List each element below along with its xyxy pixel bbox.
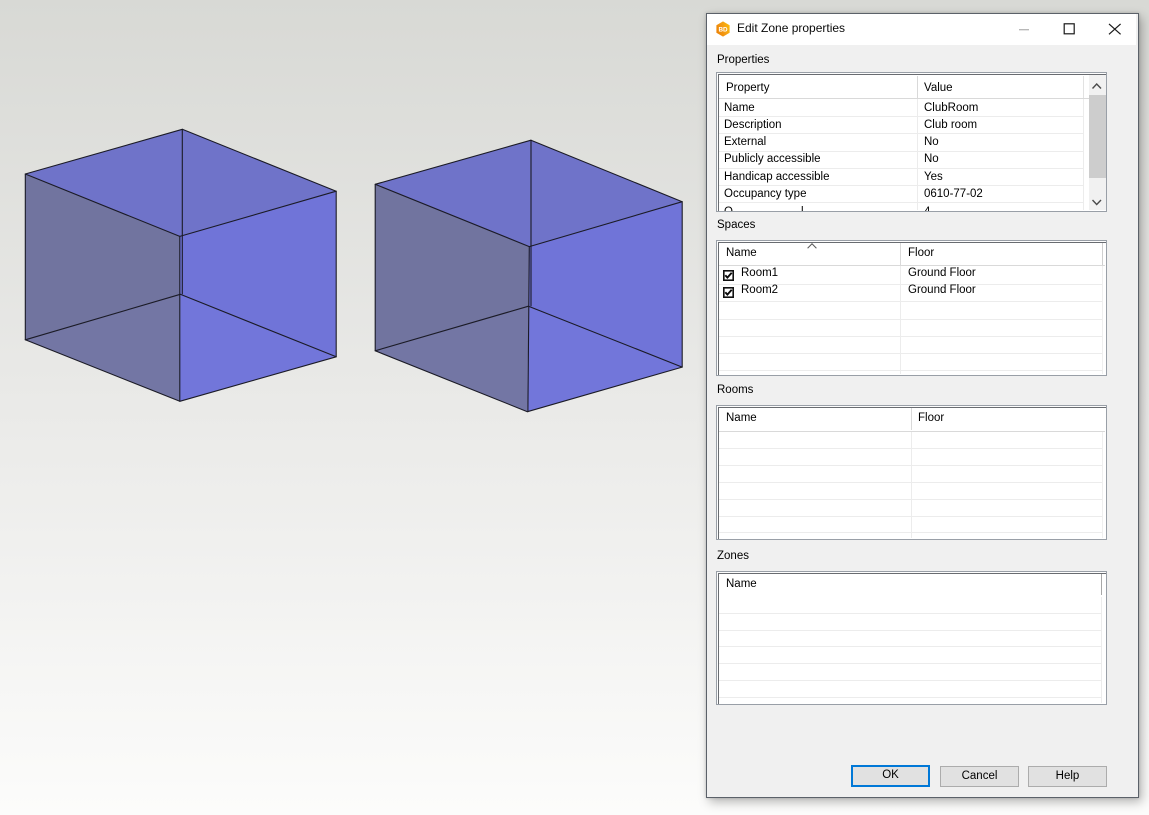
svg-text:BD: BD: [718, 26, 728, 33]
